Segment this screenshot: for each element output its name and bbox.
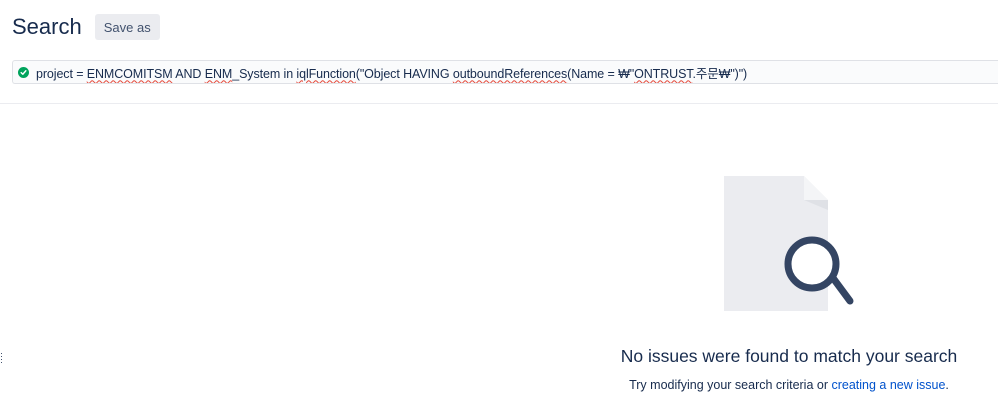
query-segment: AND	[172, 66, 205, 81]
query-segment: _System in	[232, 66, 297, 81]
page-title: Search	[12, 14, 82, 39]
save-as-button[interactable]: Save as	[94, 14, 160, 40]
resize-handle-icon[interactable]	[0, 352, 3, 366]
jql-query-input[interactable]: project = ENMCOMITSM AND ENM_System in i…	[12, 60, 998, 84]
document-search-icon	[720, 174, 860, 314]
query-segment: ("Object HAVING	[355, 66, 453, 81]
empty-state-title: No issues were found to match your searc…	[620, 346, 958, 366]
header-divider	[0, 103, 998, 104]
empty-state-subtitle-prefix: Try modifying your search criteria or	[629, 378, 832, 392]
query-segment-flagged: iqlFunction	[296, 66, 356, 81]
query-segment-flagged: ENMCOMITSM	[86, 66, 173, 81]
empty-state-subtitle: Try modifying your search criteria or cr…	[580, 378, 998, 392]
query-segment-flagged: ONTRUST	[634, 66, 693, 81]
check-circle-icon	[18, 66, 29, 78]
query-segment-flagged: ENM	[204, 66, 233, 81]
query-segment: (Name = ₩"	[567, 66, 635, 81]
query-segment: project =	[36, 66, 87, 81]
empty-state-subtitle-suffix: .	[945, 378, 949, 392]
jql-query-text[interactable]: project = ENMCOMITSM AND ENM_System in i…	[36, 63, 747, 82]
page-header: Search Save as	[12, 12, 160, 42]
query-segment-flagged: outboundReferences	[452, 66, 568, 81]
create-new-issue-link[interactable]: creating a new issue	[831, 378, 945, 392]
query-segment: .주문₩")")	[692, 66, 748, 81]
